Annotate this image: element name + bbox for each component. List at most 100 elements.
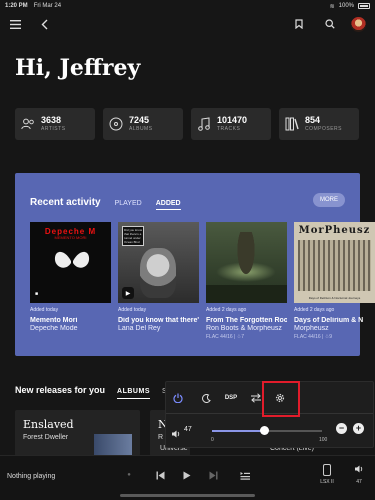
volume-max-label: 100 — [319, 437, 328, 443]
recent-activity-panel: Recent activity PLAYED ADDED MORE Depech… — [15, 173, 375, 356]
stat-albums[interactable]: 7245 ALBUMS — [103, 108, 183, 140]
album-title: Days of Delirium & N — [294, 317, 364, 324]
zone-selector[interactable]: LSX II — [318, 464, 336, 485]
tab-added[interactable]: ADDED — [155, 200, 181, 210]
album-format: FLAC 44/16 | ♧9 — [294, 334, 333, 340]
status-date: Fri Mar 24 — [33, 3, 62, 9]
play-icon[interactable]: ▶ — [122, 287, 134, 299]
cover-caption: Days of Delirium & Nocturnal Journeys — [308, 296, 361, 300]
top-nav — [0, 14, 375, 34]
volume-icon — [351, 464, 367, 477]
album-cover[interactable]: MorPheusz Days of Delirium & Nocturnal J… — [294, 222, 375, 303]
dot-icon: ● — [127, 472, 131, 478]
ground-artwork — [206, 285, 287, 303]
stat-albums-count: 7245 — [129, 115, 150, 125]
stat-tracks[interactable]: 101470 TRACKS — [191, 108, 271, 140]
menu-icon[interactable] — [7, 16, 23, 32]
status-time: 1:20 PM — [5, 3, 28, 9]
dsp-button[interactable]: DSP — [222, 391, 240, 405]
back-icon[interactable] — [36, 16, 52, 32]
album-card[interactable]: Did you know that there's a tunnel under… — [118, 222, 199, 340]
next-track-icon[interactable] — [206, 468, 220, 482]
cover-label-text: Did you know that there's a tunnel under… — [124, 228, 143, 244]
new-releases-header: New releases for you ALBUMS SI — [15, 385, 170, 399]
stat-artists[interactable]: 3638 ARTISTS — [15, 108, 95, 140]
stat-composers-count: 854 — [305, 115, 321, 125]
album-title: From The Forgotten Rooms — [206, 317, 287, 324]
wifi-icon: ≋ — [329, 3, 335, 10]
release-card[interactable]: Enslaved Forest Dweller — [15, 410, 140, 456]
speaker-icon — [323, 464, 331, 476]
added-date: Added 2 days ago — [206, 307, 247, 313]
album-cover[interactable]: Did you know that there's a tunnel under… — [118, 222, 199, 303]
album-title: Did you know that there's a — [118, 317, 199, 324]
now-playing-text: Nothing playing — [7, 473, 56, 480]
stat-composers-label: COMPOSERS — [305, 126, 343, 132]
volume-slider-handle[interactable] — [259, 426, 269, 435]
stat-artists-count: 3638 — [41, 115, 62, 125]
added-date: Added today — [30, 307, 59, 313]
album-card[interactable]: Added 2 days ago From The Forgotten Room… — [206, 222, 287, 340]
release-title: Enslaved — [23, 418, 74, 431]
recent-activity-title: Recent activity — [30, 197, 101, 208]
stat-composers[interactable]: 854 COMPOSERS — [279, 108, 359, 140]
volume-up-button[interactable]: + — [353, 423, 364, 434]
wings-artwork — [54, 251, 90, 268]
new-releases-title: New releases for you — [15, 385, 106, 395]
cover-subtitle: MEMENTO MORI — [54, 235, 87, 240]
play-icon[interactable] — [180, 468, 194, 482]
bookmark-icon[interactable] — [291, 16, 307, 32]
volume-slider-fill — [212, 430, 264, 432]
album-card[interactable]: Depeche M MEMENTO MORI ■ Added today Mem… — [30, 222, 111, 340]
music-note-icon — [196, 116, 212, 132]
artist-icon — [20, 116, 36, 132]
album-title: Memento Mori — [30, 317, 78, 324]
tab-albums[interactable]: ALBUMS — [117, 388, 150, 399]
album-format: FLAC 44/16 | ♧7 — [206, 334, 245, 340]
volume-icon — [171, 426, 181, 438]
stat-tracks-count: 101470 — [217, 115, 248, 125]
stat-albums-label: ALBUMS — [129, 126, 153, 132]
portrait-artwork — [140, 248, 176, 298]
composer-icon — [284, 116, 300, 132]
status-bar: 1:20 PM Fri Mar 24 ≋ 100% — [0, 0, 375, 12]
album-cover[interactable] — [206, 222, 287, 303]
album-artist: Lana Del Rey — [118, 325, 161, 332]
battery-percent: 100% — [338, 3, 354, 9]
power-icon[interactable] — [171, 391, 185, 405]
album-artist: Depeche Mode — [30, 325, 78, 332]
player-bar: Nothing playing ● LSX II 47 — [0, 455, 375, 500]
settings-highlight-box — [262, 381, 300, 417]
explicit-icon: ■ — [35, 291, 39, 297]
queue-icon[interactable] — [238, 468, 252, 482]
previous-track-icon[interactable] — [153, 468, 167, 482]
added-date: Added 2 days ago — [294, 307, 335, 313]
cover-label: Did you know that there's a tunnel under… — [122, 226, 144, 246]
album-card[interactable]: MorPheusz Days of Delirium & Nocturnal J… — [294, 222, 375, 340]
home-indicator — [120, 494, 255, 497]
album-cover[interactable]: Depeche M MEMENTO MORI ■ — [30, 222, 111, 303]
profile-avatar[interactable] — [350, 16, 366, 32]
volume-value: 47 — [184, 426, 192, 433]
volume-slider[interactable] — [212, 426, 322, 435]
engraving-artwork — [298, 240, 371, 291]
cover-title: MorPheusz — [298, 225, 371, 236]
tab-played[interactable]: PLAYED — [115, 200, 142, 207]
search-icon[interactable] — [322, 16, 338, 32]
greeting-title: Hi, Jeffrey — [15, 55, 141, 81]
stat-tracks-label: TRACKS — [217, 126, 241, 132]
album-artist: Morpheusz — [294, 325, 329, 332]
stat-artists-label: ARTISTS — [41, 126, 66, 132]
player-volume-button[interactable]: 47 — [351, 464, 367, 485]
volume-min-label: 0 — [211, 437, 214, 443]
avatar — [350, 16, 366, 32]
battery-icon — [358, 3, 370, 9]
more-button[interactable]: MORE — [313, 193, 345, 207]
volume-down-button[interactable]: − — [336, 423, 347, 434]
album-icon — [108, 116, 124, 132]
sleep-icon[interactable] — [199, 391, 213, 405]
album-artist: Ron Boots & Morpheusz — [206, 325, 282, 332]
zone-name: LSX II — [320, 479, 334, 485]
player-volume-value: 47 — [356, 479, 362, 485]
tree-artwork — [231, 232, 261, 292]
